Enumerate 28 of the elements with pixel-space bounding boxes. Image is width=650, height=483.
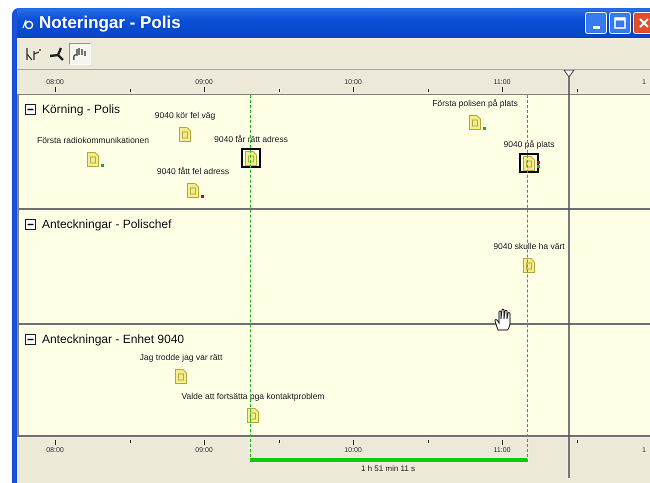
minimize-icon (592, 26, 600, 28)
window-title: Noteringar - Polis (39, 13, 181, 33)
note-icon[interactable] (241, 148, 261, 168)
maximize-button[interactable] (609, 12, 631, 34)
pointer-icon (25, 46, 43, 62)
note-label: 9040 skulle ha värt (493, 241, 565, 251)
connector-icon (48, 46, 66, 62)
current-time-line[interactable] (563, 70, 575, 478)
hand-tool-button[interactable] (69, 42, 91, 64)
note-label: Första radiokommunikationen (37, 135, 149, 145)
close-button[interactable] (633, 12, 650, 34)
note-label: 9040 på plats (503, 139, 555, 149)
note-icon[interactable] (519, 153, 539, 173)
minimize-button[interactable] (585, 12, 607, 34)
note-label: Jag trodde jag var rätt (140, 352, 222, 362)
close-icon (638, 17, 650, 29)
duration-label: 1 h 51 min 11 s (360, 464, 416, 473)
lane-title: Anteckningar - Enhet 9040 (42, 332, 184, 346)
collapse-icon[interactable] (25, 218, 36, 230)
collapse-icon[interactable] (25, 104, 36, 114)
collapse-icon[interactable] (25, 334, 36, 344)
note-label: 9040 får rätt adress (214, 134, 288, 144)
note-label: 9040 fått fel adress (156, 166, 230, 176)
maximize-icon (614, 17, 626, 29)
note-label: Första polisen på plats (432, 98, 518, 108)
lane-title: Anteckningar - Polischef (42, 217, 172, 231)
note-label: 9040 kör fel väg (154, 110, 216, 120)
lane-title: Körning - Polis (42, 102, 120, 116)
